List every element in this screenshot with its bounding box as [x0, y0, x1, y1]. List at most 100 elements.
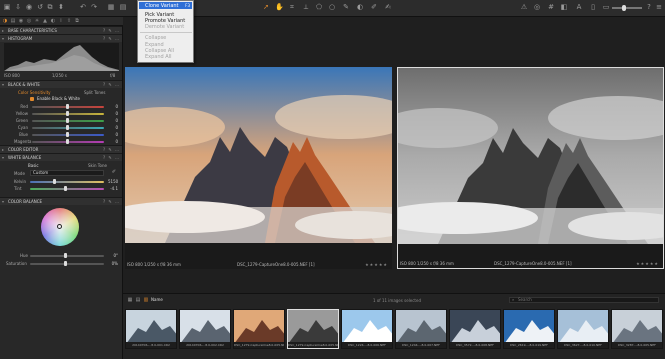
- tint-knob[interactable]: [64, 186, 67, 191]
- panel-histogram[interactable]: ▾ HISTOGRAM? ✎ …: [0, 34, 122, 42]
- settings-icon[interactable]: ≡: [655, 3, 663, 12]
- compare-icon[interactable]: ▭: [602, 3, 610, 12]
- saturation-value[interactable]: 0%: [108, 261, 118, 266]
- bw-knob-red[interactable]: [66, 104, 69, 109]
- hue-knob[interactable]: [64, 253, 67, 258]
- search-field[interactable]: ⌕ Search: [509, 297, 659, 303]
- thumbnail[interactable]: DSC_1279-CaptureOne8.0-005.NEF [1]: [287, 309, 339, 349]
- paste-icon[interactable]: ⬍: [57, 3, 65, 12]
- exposure-warning-icon[interactable]: ⚠: [520, 3, 528, 12]
- zoom-knob[interactable]: [622, 5, 626, 11]
- reset-icon[interactable]: ↺: [36, 3, 44, 12]
- bw-value-red[interactable]: 0: [108, 104, 118, 109]
- zoom-slider[interactable]: [612, 7, 642, 9]
- picker-icon[interactable]: ✐: [370, 3, 378, 12]
- import-icon[interactable]: ⇩: [14, 3, 22, 12]
- thumbnail[interactable]: 20140706-...8.0-002.CR2: [179, 309, 231, 349]
- tab-skin-tone[interactable]: Skin Tone: [88, 163, 107, 168]
- thumbnail[interactable]: DSC_1279-CaptureOne8.0-005.NEF: [233, 309, 285, 349]
- panel-color-editor[interactable]: ▸ COLOR EDITOR? ✎ …: [0, 145, 122, 153]
- panel-black-white[interactable]: ▾ BLACK & WHITE? ✎ …: [0, 80, 122, 88]
- grid-overlay-icon[interactable]: #: [547, 3, 555, 12]
- enable-bw-checkbox[interactable]: [30, 97, 34, 101]
- batch-tab-icon[interactable]: ⧉: [74, 18, 80, 24]
- view-icon[interactable]: ▤: [119, 3, 127, 12]
- thumbnail[interactable]: DSC_1244-...8.0-007.NEF: [395, 309, 447, 349]
- tab-split-tones[interactable]: Split Tones: [84, 90, 105, 95]
- bw-value-yellow[interactable]: 0: [108, 111, 118, 116]
- thumbnail[interactable]: DSC_3627-...8.0-010.NEF: [557, 309, 609, 349]
- saturation-slider[interactable]: [30, 263, 104, 265]
- kelvin-knob[interactable]: [53, 179, 56, 184]
- bw-knob-green[interactable]: [66, 118, 69, 123]
- lens-tab-icon[interactable]: ◎: [26, 18, 32, 24]
- bw-value-green[interactable]: 0: [108, 118, 118, 123]
- panel-color-balance[interactable]: ▾ COLOR BALANCE? ✎ …: [0, 197, 122, 205]
- viewer-right[interactable]: ISO 800 1/250 s f/8 36 mm DSC_1279-Captu…: [397, 67, 664, 269]
- color-wheel[interactable]: [41, 208, 79, 246]
- pan-tool-icon[interactable]: ✋: [275, 3, 284, 12]
- bw-value-blue[interactable]: 0: [108, 132, 118, 137]
- bw-knob-yellow[interactable]: [66, 111, 69, 116]
- kelvin-slider[interactable]: [30, 181, 104, 183]
- thumbnail[interactable]: DSC_3572-...8.0-008.NEF: [449, 309, 501, 349]
- menu-item-expand-all[interactable]: Expand All: [145, 54, 172, 60]
- annotate-icon[interactable]: ✍: [384, 3, 392, 12]
- rating-stars-right[interactable]: ★★★★★: [636, 261, 659, 266]
- bw-knob-magenta[interactable]: [66, 139, 69, 144]
- eyedropper-icon[interactable]: ✐: [110, 168, 118, 177]
- brush-icon[interactable]: ✎: [342, 3, 350, 12]
- straighten-tool-icon[interactable]: ⟂: [302, 3, 310, 12]
- undo-icon[interactable]: ↶: [79, 3, 87, 12]
- saturation-knob[interactable]: [64, 261, 67, 266]
- output-tab-icon[interactable]: ⇪: [66, 18, 72, 24]
- help-icon[interactable]: ?: [645, 3, 653, 12]
- menu-item-demote-variant[interactable]: Demote Variant: [145, 24, 184, 30]
- thumbnail[interactable]: DSC_3287-...8.0-005.NEF: [611, 309, 663, 349]
- bw-knob-blue[interactable]: [66, 132, 69, 137]
- thumbnail[interactable]: DSC_2619-...8.0-019.NEF: [503, 309, 555, 349]
- camera-icon[interactable]: ◉: [25, 3, 33, 12]
- gradient-icon[interactable]: ◐: [356, 3, 364, 12]
- menu-item-clone-variant[interactable]: Clone Variant: [145, 3, 179, 9]
- grid-icon[interactable]: ▦: [107, 3, 115, 12]
- panel-base-characteristics[interactable]: ▸ BASE CHARACTERISTICS? ✎ …: [0, 26, 122, 34]
- kelvin-value[interactable]: 5150: [108, 179, 118, 184]
- thumbnail[interactable]: 20140706-...8.0-001.CR2: [125, 309, 177, 349]
- mode-select[interactable]: Custom: [30, 170, 104, 176]
- tab-color-sensitivity[interactable]: Color Sensitivity: [18, 90, 51, 95]
- detail-tab-icon[interactable]: ▲: [42, 18, 48, 24]
- menu-item-collapse[interactable]: Collapse: [145, 35, 166, 41]
- copy-icon[interactable]: ⧉: [46, 3, 54, 12]
- hue-slider[interactable]: [30, 255, 104, 257]
- color-wheel-picker[interactable]: [57, 224, 62, 229]
- panel-actions-icon[interactable]: ? ✎ …: [103, 146, 120, 153]
- list-view-icon[interactable]: ▤: [134, 296, 142, 305]
- metadata-tab-icon[interactable]: i: [58, 18, 64, 24]
- spot-removal-icon[interactable]: ○: [328, 3, 336, 12]
- panel-white-balance[interactable]: ▾ WHITE BALANCE? ✎ …: [0, 153, 122, 161]
- tab-basic[interactable]: Basic: [28, 163, 39, 168]
- thumbnail[interactable]: DSC_1224-...8.0-006.NEF: [341, 309, 393, 349]
- proof-icon[interactable]: ◧: [560, 3, 568, 12]
- grid-view-icon[interactable]: ▦: [126, 296, 134, 305]
- color-tab-icon[interactable]: ◑: [2, 18, 8, 24]
- panel-actions-icon[interactable]: ? ✎ …: [103, 81, 120, 88]
- panel-actions-icon[interactable]: ? ✎ …: [103, 198, 120, 205]
- bw-value-magenta[interactable]: 0: [108, 139, 118, 144]
- panel-actions-icon[interactable]: ? ✎ …: [103, 154, 120, 161]
- library-tab-icon[interactable]: ▤: [10, 18, 16, 24]
- sort-select[interactable]: Name: [151, 297, 195, 303]
- panel-actions-icon[interactable]: ? ✎ …: [103, 35, 120, 42]
- hue-value[interactable]: 0°: [108, 253, 118, 258]
- rating-stars-left[interactable]: ★★★★★: [365, 262, 388, 267]
- bw-value-cyan[interactable]: 0: [108, 125, 118, 130]
- bw-knob-cyan[interactable]: [66, 125, 69, 130]
- sidebar-toggle-icon[interactable]: ▯: [589, 3, 597, 12]
- text-icon[interactable]: A: [575, 3, 583, 12]
- keystone-tool-icon[interactable]: ⬠: [315, 3, 323, 12]
- tint-slider[interactable]: [30, 188, 104, 190]
- folder-icon[interactable]: ▣: [3, 3, 11, 12]
- focus-mask-icon[interactable]: ◎: [533, 3, 541, 12]
- local-adjust-tab-icon[interactable]: ◐: [50, 18, 56, 24]
